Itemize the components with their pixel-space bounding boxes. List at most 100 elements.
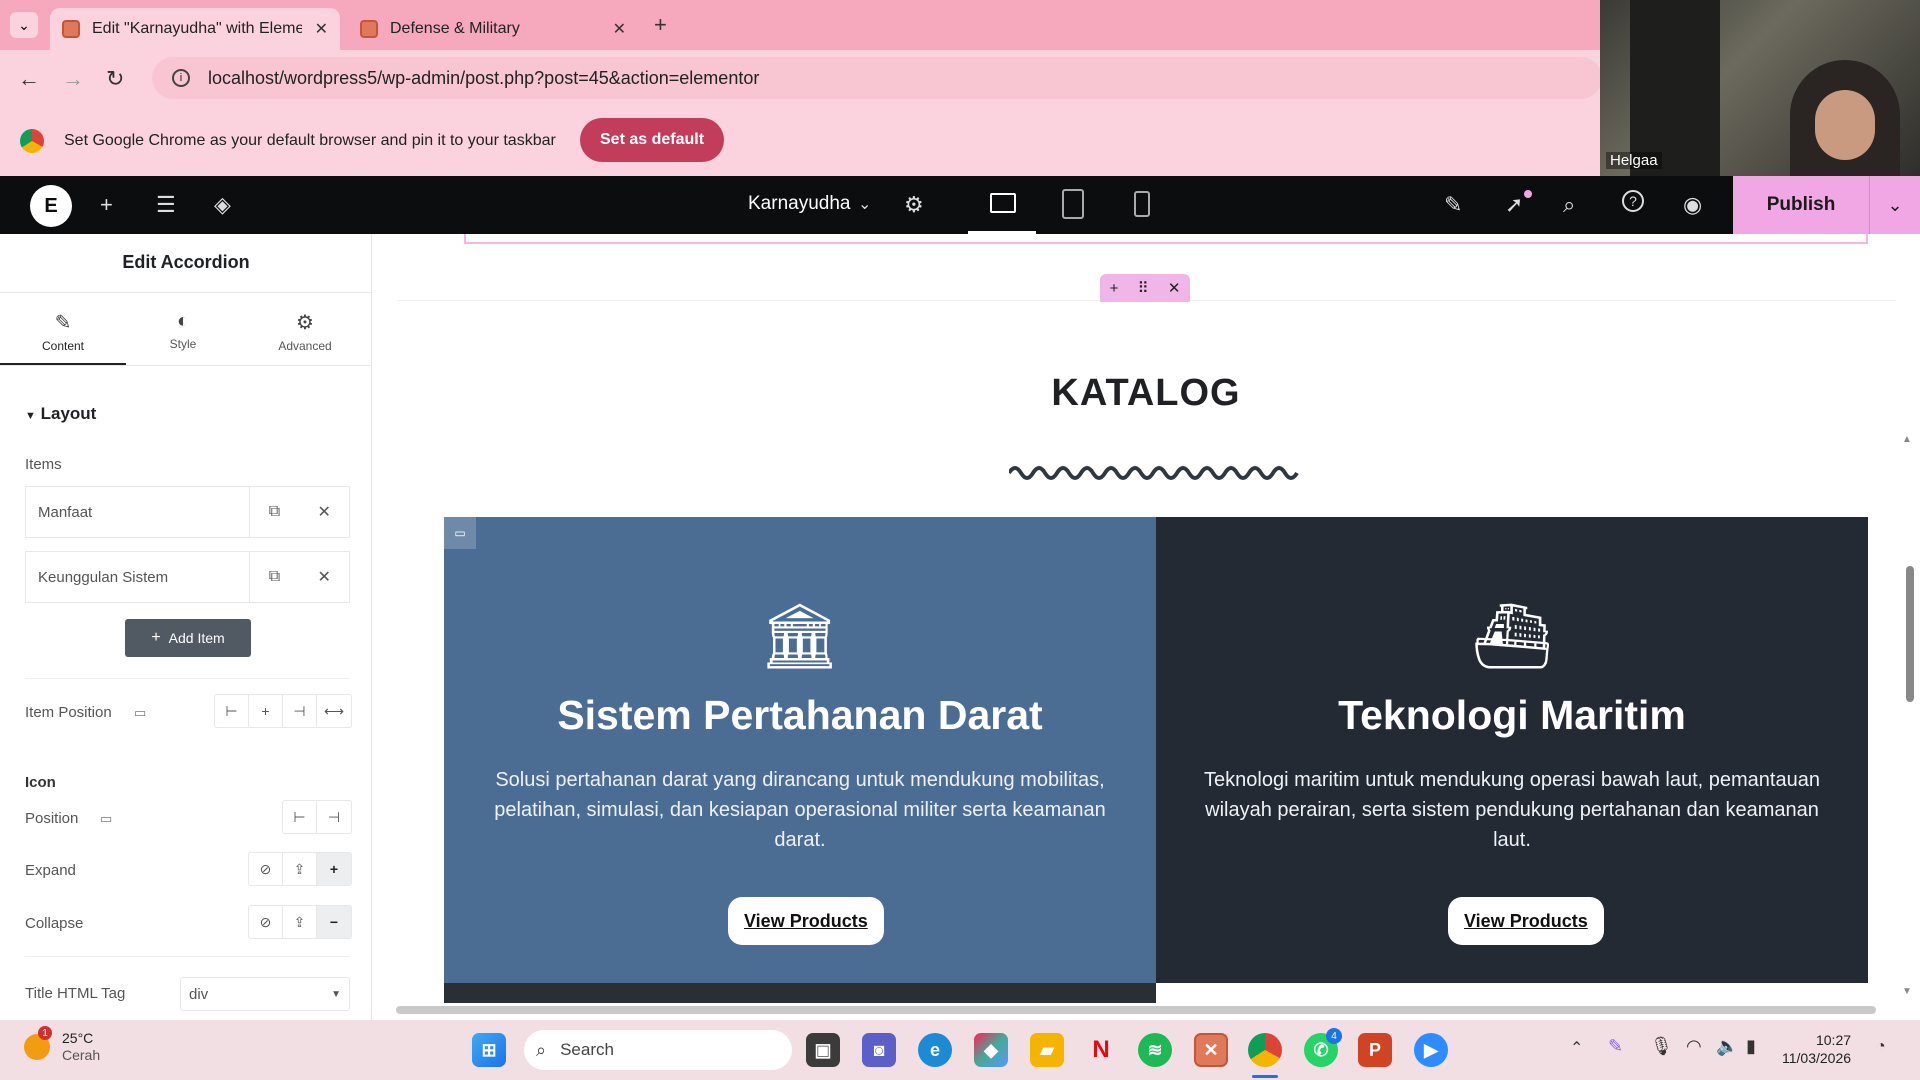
edge-browser-icon[interactable]: e <box>918 1033 952 1067</box>
file-explorer-icon[interactable]: ▰ <box>1030 1033 1064 1067</box>
site-settings-sliders-icon[interactable]: ☰ <box>156 192 176 218</box>
mobile-icon[interactable] <box>1134 191 1150 217</box>
volume-icon[interactable]: 🔈 <box>1716 1036 1738 1057</box>
horizontal-scrollbar-thumb[interactable] <box>396 1006 1876 1014</box>
upload-icon[interactable]: ⇪ <box>283 853 317 885</box>
chevron-down-icon[interactable]: ⌄ <box>858 194 871 214</box>
tab-search-chevron-icon[interactable]: ⌄ <box>10 12 38 38</box>
new-tab-icon[interactable]: + <box>654 12 667 38</box>
katalog-card-land-defense[interactable]: ▭ 🏛 Sistem Pertahanan Darat Solusi perta… <box>444 517 1156 983</box>
desktop-icon[interactable] <box>990 193 1016 213</box>
weather-widget[interactable]: 1 25°C Cerah <box>24 1026 100 1064</box>
teams-chat-icon[interactable]: ◙ <box>862 1033 896 1067</box>
tab-advanced[interactable]: ⚙ Advanced <box>242 310 368 353</box>
tab-style[interactable]: ◐ Style <box>120 310 246 351</box>
upload-icon[interactable]: ⇪ <box>283 906 317 938</box>
responsive-desktop-icon[interactable]: ▭ <box>134 705 146 721</box>
scroll-down-arrow-icon[interactable]: ▼ <box>1902 986 1912 997</box>
add-section-icon[interactable]: + <box>1110 280 1119 297</box>
clock[interactable]: 10:27 11/03/2026 <box>1782 1031 1851 1067</box>
plus-icon[interactable]: + <box>317 853 351 885</box>
url-text: localhost/wordpress5/wp-admin/post.php?p… <box>208 67 760 88</box>
responsive-desktop-icon[interactable]: ▭ <box>100 811 112 827</box>
site-info-icon[interactable]: i <box>172 69 190 87</box>
page-settings-gear-icon[interactable]: ⚙ <box>904 192 924 218</box>
view-products-button[interactable]: View Products <box>728 897 884 945</box>
duplicate-icon[interactable]: ⧉ <box>250 568 300 586</box>
whats-new-rocket-icon[interactable]: ➚ <box>1505 192 1523 218</box>
notes-pen-icon[interactable]: ✎ <box>1444 192 1462 218</box>
duplicate-icon[interactable]: ⧉ <box>250 503 300 521</box>
view-products-button[interactable]: View Products <box>1448 897 1604 945</box>
column-edit-handle-icon[interactable]: ▭ <box>444 517 476 549</box>
remove-icon[interactable]: ✕ <box>299 567 349 587</box>
spotify-icon[interactable]: ≋ <box>1138 1033 1172 1067</box>
repeater-item[interactable]: Manfaat ⧉ ✕ <box>25 486 350 538</box>
tablet-icon[interactable] <box>1062 189 1084 219</box>
zoom-icon[interactable]: ▶ <box>1414 1033 1448 1067</box>
publish-button[interactable]: Publish <box>1733 176 1869 234</box>
preview-eye-icon[interactable]: ◉ <box>1683 192 1702 218</box>
tab-advanced-label: Advanced <box>278 339 332 353</box>
repeater-item[interactable]: Keunggulan Sistem ⧉ ✕ <box>25 551 350 603</box>
delete-section-icon[interactable]: ✕ <box>1168 279 1181 297</box>
xampp-icon[interactable]: ✕ <box>1194 1033 1228 1067</box>
elementor-logo-icon[interactable]: E <box>30 185 72 227</box>
page-name[interactable]: Karnayudha <box>748 193 850 215</box>
tab-defense-military[interactable]: Defense & Military ✕ <box>348 8 638 50</box>
help-icon[interactable]: ? <box>1622 190 1644 212</box>
align-end-icon[interactable]: ⊣ <box>283 695 317 727</box>
align-center-icon[interactable]: + <box>249 695 283 727</box>
search-placeholder: Search <box>560 1040 614 1059</box>
pen-icon[interactable]: ✎ <box>1608 1036 1623 1057</box>
drag-section-icon[interactable]: ⠿ <box>1138 279 1149 297</box>
katalog-card-maritime[interactable]: ⛴ Teknologi Maritim Teknologi maritim un… <box>1156 517 1868 983</box>
publish-options-chevron-icon[interactable]: ⌄ <box>1869 176 1920 234</box>
caret-down-icon: ▼ <box>331 988 341 1000</box>
icon-position-end-icon[interactable]: ⊣ <box>317 801 351 833</box>
close-tab-icon[interactable]: ✕ <box>613 19 626 39</box>
add-item-button[interactable]: + Add Item <box>125 619 251 657</box>
repeater-item-title[interactable]: Manfaat <box>26 487 250 537</box>
vertical-scrollbar-thumb[interactable] <box>1906 566 1914 702</box>
url-omnibox[interactable]: i localhost/wordpress5/wp-admin/post.php… <box>152 57 1602 99</box>
close-tab-icon[interactable]: ✕ <box>315 19 328 39</box>
battery-icon[interactable]: ▮ <box>1746 1036 1756 1057</box>
layout-section-toggle[interactable]: ▼ Layout <box>25 404 96 424</box>
chrome-taskbar-icon[interactable] <box>1248 1033 1282 1067</box>
show-hidden-icons-chevron-icon[interactable]: ⌃ <box>1570 1038 1583 1058</box>
forward-icon[interactable]: → <box>62 66 84 92</box>
no-icon-icon[interactable]: ⊘ <box>249 906 283 938</box>
katalog-heading[interactable]: KATALOG <box>372 372 1920 415</box>
tab-edit-karnayudha[interactable]: Edit "Karnayudha" with Element ✕ <box>50 8 340 50</box>
no-icon-icon[interactable]: ⊘ <box>249 853 283 885</box>
pencil-icon: ✎ <box>54 312 72 334</box>
powerpoint-icon[interactable]: P <box>1358 1033 1392 1067</box>
structure-layers-icon[interactable]: ◈ <box>214 192 231 218</box>
task-view-icon[interactable]: ▣ <box>806 1033 840 1067</box>
repeater-item-title[interactable]: Keunggulan Sistem <box>26 552 250 602</box>
whatsapp-badge: 4 <box>1326 1028 1342 1044</box>
icon-position-start-icon[interactable]: ⊢ <box>283 801 317 833</box>
wifi-icon[interactable]: ◠ <box>1686 1036 1702 1057</box>
set-as-default-button[interactable]: Set as default <box>580 118 725 162</box>
add-element-icon[interactable]: + <box>100 192 113 218</box>
title-html-tag-select[interactable]: div ▼ <box>180 977 350 1011</box>
start-windows-icon[interactable]: ⊞ <box>472 1033 506 1067</box>
icon-section-heading: Icon <box>25 774 56 791</box>
microphone-icon[interactable]: 🎙 <box>1650 1036 1673 1057</box>
minus-icon[interactable]: − <box>317 906 351 938</box>
align-stretch-icon[interactable]: ⟷ <box>317 695 351 727</box>
reload-icon[interactable]: ↻ <box>106 66 124 92</box>
search-icon[interactable]: ⌕ <box>1563 192 1575 218</box>
netflix-icon[interactable]: N <box>1084 1033 1118 1067</box>
tab-content[interactable]: ✎ Content <box>0 310 126 366</box>
copilot-icon[interactable]: ◆ <box>974 1033 1008 1067</box>
remove-icon[interactable]: ✕ <box>299 502 349 522</box>
back-icon[interactable]: ← <box>18 66 40 92</box>
align-start-icon[interactable]: ⊢ <box>215 695 249 727</box>
notifications-bell-icon[interactable]: ◔ <box>1876 1038 1886 1056</box>
scroll-up-arrow-icon[interactable]: ▲ <box>1902 434 1912 445</box>
icon-position-control: ⊢ ⊣ <box>282 800 352 834</box>
taskbar-search-box[interactable]: ⌕ Search <box>524 1030 792 1070</box>
